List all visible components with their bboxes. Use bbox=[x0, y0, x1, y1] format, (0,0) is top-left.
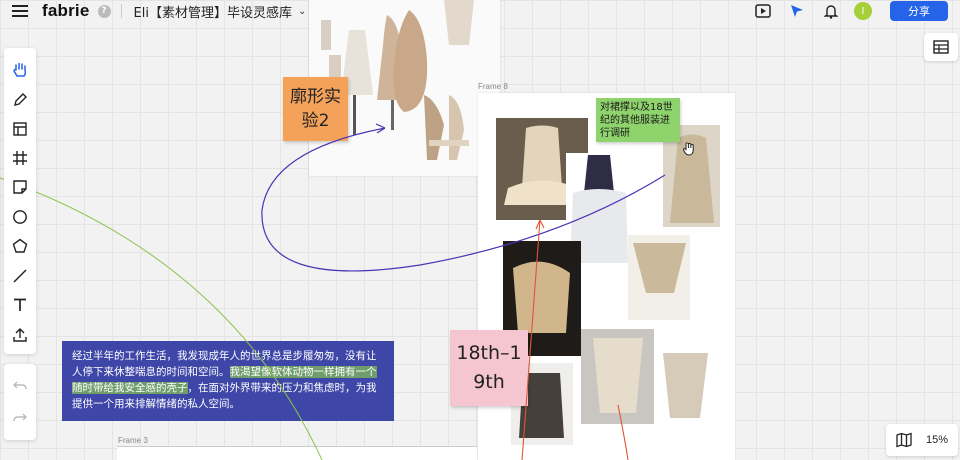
sticky-note-orange[interactable]: 廓形实 验2 bbox=[283, 77, 348, 141]
pen-icon[interactable] bbox=[9, 89, 31, 111]
zoom-control[interactable]: 15% bbox=[886, 424, 958, 456]
bell-icon[interactable] bbox=[822, 2, 840, 20]
chevron-down-icon[interactable]: ⌄ bbox=[298, 6, 306, 17]
sticky-note-green[interactable]: 对裙撑以及18世纪的其他服装进行调研 bbox=[596, 98, 680, 142]
pentagon-icon[interactable] bbox=[9, 235, 31, 257]
note-text: 9th bbox=[473, 371, 505, 393]
frame-icon[interactable] bbox=[9, 147, 31, 169]
redo-icon[interactable] bbox=[9, 407, 31, 429]
avatar[interactable]: I bbox=[854, 2, 872, 20]
circle-icon[interactable] bbox=[9, 206, 31, 228]
top-right-actions: I 分享 bbox=[738, 0, 948, 22]
mouse-cursor-icon bbox=[682, 142, 694, 156]
hand-icon[interactable] bbox=[9, 59, 31, 81]
map-icon[interactable] bbox=[896, 432, 912, 448]
menu-icon[interactable] bbox=[12, 5, 28, 17]
note-text: 18th–1 bbox=[456, 342, 522, 364]
frame-label: Frame 8 bbox=[478, 82, 508, 91]
help-icon[interactable]: ? bbox=[97, 4, 111, 18]
layout-icon[interactable] bbox=[9, 118, 31, 140]
frame-3[interactable] bbox=[117, 446, 477, 460]
present-icon[interactable] bbox=[754, 2, 772, 20]
app-logo[interactable]: fabrie bbox=[42, 1, 90, 21]
document-title[interactable]: Eli【素材管理】毕设灵感库 bbox=[134, 2, 292, 21]
share-button[interactable]: 分享 bbox=[890, 1, 948, 21]
sticky-note-pink[interactable]: 18th–1 9th bbox=[450, 330, 528, 406]
cursor-icon[interactable] bbox=[788, 2, 806, 20]
zoom-level: 15% bbox=[926, 434, 949, 446]
upload-icon[interactable] bbox=[9, 324, 31, 346]
history-toolbar bbox=[4, 364, 36, 440]
divider bbox=[120, 4, 122, 18]
note-text: 验2 bbox=[301, 111, 330, 131]
table-icon[interactable] bbox=[924, 33, 958, 61]
line-icon[interactable] bbox=[9, 265, 31, 287]
note-text: 对裙撑以及18世纪的其他服装进行调研 bbox=[600, 101, 673, 139]
sticky-note-icon[interactable] bbox=[9, 176, 31, 198]
text-icon[interactable] bbox=[9, 294, 31, 316]
left-toolbar bbox=[4, 48, 36, 354]
text-note-blue[interactable]: 经过半年的工作生活，我发现成年人的世界总是步履匆匆，没有让人停下来休整喘息的时间… bbox=[62, 341, 394, 421]
top-bar: fabrie ? Eli【素材管理】毕设灵感库 ⌄ I 分享 bbox=[0, 0, 960, 22]
note-text: 廓形实 bbox=[290, 87, 341, 107]
undo-icon[interactable] bbox=[9, 375, 31, 397]
frame-label: Frame 3 bbox=[118, 436, 148, 445]
